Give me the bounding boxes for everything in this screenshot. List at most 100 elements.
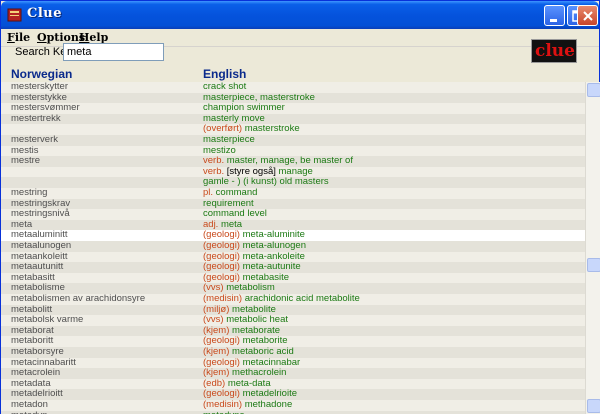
word-class-tag: (geologi) <box>203 229 240 241</box>
app-window: Clue File Options Help Search Key: clue <box>0 0 600 414</box>
dictionary-row[interactable]: mesterverk masterpiece <box>1 134 585 146</box>
dictionary-row[interactable]: metaborat (kjem) metaborate <box>1 324 585 337</box>
english-translation: metadyne <box>203 410 245 414</box>
dictionary-row[interactable]: metadyn metadyne <box>1 410 585 414</box>
translation-text: metadelrioite <box>239 388 297 400</box>
word-class-tag: (kjem) <box>203 346 230 357</box>
translation-text: command level <box>203 208 267 220</box>
translation-text: crack shot <box>203 82 247 92</box>
dictionary-row[interactable]: metacrolein (kjem) methacrolein <box>1 367 585 379</box>
column-header-norwegian[interactable]: Norwegian <box>11 67 72 81</box>
dictionary-row[interactable]: metabasitt (geologi) metabasite <box>1 271 585 284</box>
word-class-tag: (kjem) <box>203 367 230 379</box>
word-class-tag: (medisin) <box>203 293 243 304</box>
scroll-thumb[interactable] <box>587 258 600 272</box>
dictionary-row[interactable]: metabolsk varme (vvs) metabolic heat <box>1 314 585 326</box>
window-title: Clue <box>27 6 63 21</box>
translation-text: methadone <box>242 399 293 410</box>
norwegian-term: metaborsyre <box>11 346 64 357</box>
translation-text: metabolite <box>229 303 276 315</box>
translation-text: methacrolein <box>229 367 287 379</box>
results-list[interactable]: mesterskytter crack shot mesterstykke maste… <box>1 82 585 414</box>
translation-text: masterpiece <box>203 134 255 145</box>
menu-file[interactable]: File <box>7 31 30 44</box>
search-input[interactable] <box>63 43 164 61</box>
word-class-tag: (geologi) <box>203 250 240 262</box>
close-icon <box>583 11 593 21</box>
word-class-tag: (kjem) <box>203 324 230 336</box>
dictionary-row[interactable]: metabolitt (miljø) metabolite <box>1 303 585 316</box>
word-class-tag: (overført) <box>203 123 243 135</box>
translation-text: metaborite <box>239 335 288 347</box>
dictionary-row[interactable]: (overført) masterstroke <box>1 124 585 135</box>
translation-text: masterly move <box>203 112 265 124</box>
dictionary-row[interactable]: metabolismen av arachidonsyre (medisin) a… <box>1 293 585 305</box>
translation-text: gamle - ) (i kunst) old masters <box>203 176 329 188</box>
scroll-down-button[interactable] <box>587 399 600 413</box>
translation-text: masterstroke <box>242 123 300 135</box>
minimize-button[interactable] <box>544 5 565 26</box>
translation-text: metaborate <box>229 324 281 336</box>
word-class-tag: (vvs) <box>203 282 224 294</box>
dictionary-row[interactable]: mestring pl. command <box>1 187 585 199</box>
word-class-tag: (geologi) <box>203 356 240 368</box>
word-class-tag: adj. <box>203 218 219 230</box>
dictionary-row[interactable]: mesterstykke masterpiece, masterstroke <box>1 91 585 104</box>
word-class-tag: (geologi) <box>203 335 240 347</box>
minimize-icon <box>550 19 557 22</box>
norwegian-term: mesterskytter <box>11 82 69 92</box>
word-class-tag: (vvs) <box>203 314 224 326</box>
column-header-english[interactable]: English <box>203 67 246 81</box>
word-class-tag: pl. <box>203 187 214 198</box>
norwegian-term: metadyn <box>11 410 47 414</box>
word-class-tag: (edb) <box>203 377 226 389</box>
title-bar[interactable]: Clue <box>1 1 599 29</box>
norwegian-term: mesterverk <box>11 134 58 145</box>
translation-text: meta <box>218 218 243 230</box>
word-class-tag: (geologi) <box>203 271 240 283</box>
logo-text: clue <box>535 41 575 61</box>
translation-text: metaboric acid <box>229 346 294 357</box>
dictionary-row[interactable]: metadelrioitt (geologi) metadelrioite <box>1 389 585 400</box>
norwegian-term: metaalunogen <box>11 240 72 251</box>
dictionary-row[interactable]: mestringskrav requirement <box>1 197 585 210</box>
vertical-scrollbar[interactable] <box>585 82 600 414</box>
translation-text: metacinnabar <box>239 356 301 368</box>
dictionary-row[interactable]: metadon (medisin) methadone <box>1 399 585 411</box>
translation-text: meta-ankoleite <box>239 250 305 262</box>
translation-text: meta-data <box>225 377 271 389</box>
translation-text: mestizo <box>203 144 236 156</box>
word-class-tag: (geologi) <box>203 388 240 400</box>
translation-text: meta-autunite <box>239 261 301 273</box>
word-class-tag: (miljø) <box>203 303 230 315</box>
dictionary-row[interactable]: metaautunitt (geologi) meta-autunite <box>1 261 585 273</box>
translation-text: meta-aluminite <box>239 229 305 241</box>
translation-text: manage <box>275 165 313 177</box>
translation-text: metabolism <box>223 282 275 294</box>
translation-text: champion swimmer <box>203 102 285 114</box>
close-button[interactable] <box>577 5 598 26</box>
translation-text: meta-alunogen <box>239 240 306 251</box>
dictionary-row[interactable]: metacinnabaritt (geologi) metacinnabar <box>1 356 585 369</box>
translation-text: arachidonic acid metabolite <box>242 293 360 304</box>
word-class-tag: verb. <box>203 155 225 167</box>
app-book-icon <box>7 8 22 22</box>
clue-logo: clue <box>531 39 577 63</box>
translation-text: metabolic heat <box>223 314 289 326</box>
dictionary-row[interactable]: mestersvømmer champion swimmer <box>1 102 585 114</box>
translation-text: requirement <box>203 197 254 209</box>
norwegian-term: mestre <box>11 155 41 167</box>
word-class-tag: (geologi) <box>203 261 240 273</box>
translation-text: masterpiece, masterstroke <box>203 91 315 103</box>
dictionary-row[interactable]: gamle - ) (i kunst) old masters <box>1 177 585 188</box>
norwegian-term: metabolismen av arachidonsyre <box>11 293 146 304</box>
word-class-tag: (medisin) <box>203 399 243 410</box>
translation-text: [styre også] <box>224 165 276 177</box>
dictionary-row[interactable]: mestringsnivå command level <box>1 208 585 220</box>
norwegian-term: mestertrekk <box>11 112 61 124</box>
translation-text: metadyne <box>203 410 245 414</box>
translation-text: master, manage, be master of <box>224 155 353 167</box>
translation-text: metabasite <box>239 271 290 283</box>
word-class-tag: verb. <box>203 165 225 177</box>
scroll-up-button[interactable] <box>587 83 600 97</box>
